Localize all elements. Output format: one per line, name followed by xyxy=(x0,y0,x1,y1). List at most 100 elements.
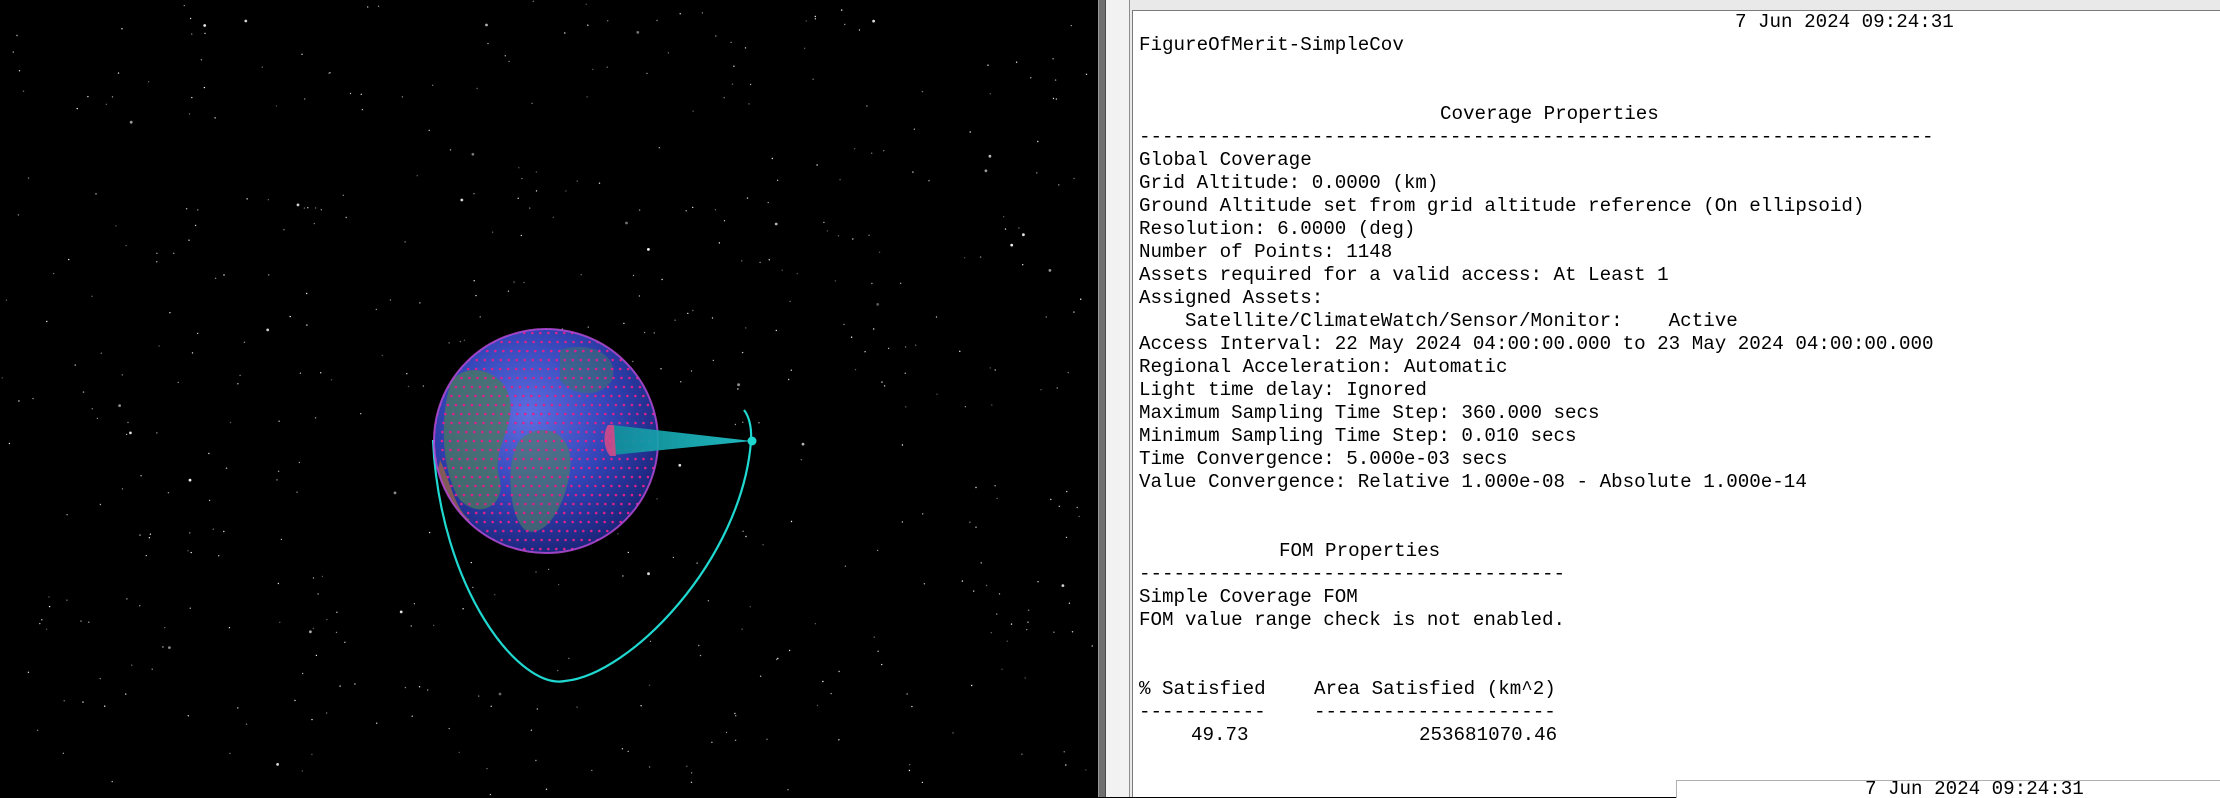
star xyxy=(532,0,535,3)
star xyxy=(168,646,171,649)
grid-point xyxy=(510,529,513,533)
star xyxy=(748,103,750,105)
grid-point xyxy=(550,349,553,353)
grid-point xyxy=(513,448,516,452)
star xyxy=(1065,764,1067,766)
star xyxy=(312,627,315,630)
star xyxy=(17,214,20,216)
star xyxy=(908,769,911,772)
grid-point xyxy=(507,358,511,362)
grid-point xyxy=(470,475,474,479)
grid-point xyxy=(554,394,557,398)
grid-point xyxy=(474,457,477,461)
grid-point xyxy=(548,466,551,470)
star xyxy=(837,235,840,237)
grid-point xyxy=(560,439,564,443)
grid-point xyxy=(532,502,535,506)
star xyxy=(406,373,408,375)
star xyxy=(745,535,747,538)
grid-point xyxy=(486,385,490,389)
star xyxy=(852,238,854,240)
grid-point xyxy=(630,385,634,389)
grid-point xyxy=(505,448,508,452)
pane-splitter[interactable] xyxy=(1098,0,1106,797)
grid-point xyxy=(542,385,546,389)
grid-point xyxy=(618,367,622,371)
grid-point xyxy=(505,430,508,434)
grid-point xyxy=(490,394,493,398)
grid-point xyxy=(494,475,498,479)
grid-point xyxy=(444,412,447,416)
star xyxy=(244,19,248,23)
grid-point xyxy=(510,493,514,497)
grid-point xyxy=(598,529,601,533)
star xyxy=(307,207,309,209)
star xyxy=(988,154,992,158)
grid-point xyxy=(498,367,502,371)
grid-point xyxy=(474,421,477,425)
grid-point xyxy=(540,502,543,506)
star xyxy=(1065,536,1068,539)
grid-point xyxy=(446,403,450,407)
grid-point xyxy=(486,475,490,479)
grid-point xyxy=(579,358,582,362)
report-text-area[interactable]: 7 Jun 2024 09:24:31 FigureOfMerit-Simple… xyxy=(1132,10,2220,797)
grid-point xyxy=(510,403,514,407)
star xyxy=(822,680,824,683)
grid-point xyxy=(586,484,589,488)
grid-point xyxy=(548,412,551,416)
grid-point xyxy=(526,493,530,497)
star xyxy=(980,562,982,564)
star xyxy=(189,17,192,20)
star xyxy=(812,78,814,80)
star xyxy=(961,580,964,582)
second-report-window[interactable]: 7 Jun 2024 09:24:31 xyxy=(1676,780,2220,798)
star xyxy=(814,18,817,20)
coverage-line: Value Convergence: Relative 1.000e-08 - … xyxy=(1139,471,1807,493)
star xyxy=(680,381,682,383)
grid-point xyxy=(566,529,569,533)
grid-point xyxy=(534,529,537,533)
star xyxy=(311,753,313,756)
grid-point xyxy=(572,502,575,506)
grid-point xyxy=(462,403,466,407)
grid-point xyxy=(460,412,463,416)
star xyxy=(909,764,911,766)
grid-point xyxy=(498,457,501,461)
star xyxy=(741,628,743,630)
grid-point xyxy=(580,502,583,506)
grid-point xyxy=(628,376,631,380)
star xyxy=(177,381,179,384)
grid-point xyxy=(446,475,450,479)
grid-point xyxy=(590,385,594,389)
star xyxy=(125,433,128,436)
star xyxy=(470,561,472,564)
star xyxy=(225,467,228,469)
grid-point xyxy=(478,475,482,479)
grid-point xyxy=(462,385,466,389)
star xyxy=(296,491,298,493)
fom-properties-heading: FOM Properties xyxy=(1279,540,1441,562)
grid-point xyxy=(466,511,470,515)
grid-point xyxy=(542,349,545,353)
star xyxy=(344,641,346,643)
grid-point xyxy=(546,394,549,398)
grid-point xyxy=(510,385,514,389)
grid-point xyxy=(490,367,494,371)
grid-point xyxy=(498,394,501,398)
grid-point xyxy=(558,403,562,407)
grid-point xyxy=(611,520,614,524)
results-value-satisfied: 49.73 xyxy=(1191,724,1249,746)
satellite-marker[interactable] xyxy=(747,436,757,446)
star xyxy=(1021,753,1023,755)
3d-graphics-window[interactable] xyxy=(0,0,1098,797)
grid-point xyxy=(556,502,559,506)
grid-point xyxy=(523,520,526,524)
star xyxy=(393,491,397,495)
grid-point xyxy=(582,529,585,533)
3d-scene[interactable] xyxy=(0,0,1098,797)
star xyxy=(921,781,924,784)
star xyxy=(96,417,99,420)
grid-point xyxy=(574,475,578,479)
grid-point xyxy=(596,412,599,416)
